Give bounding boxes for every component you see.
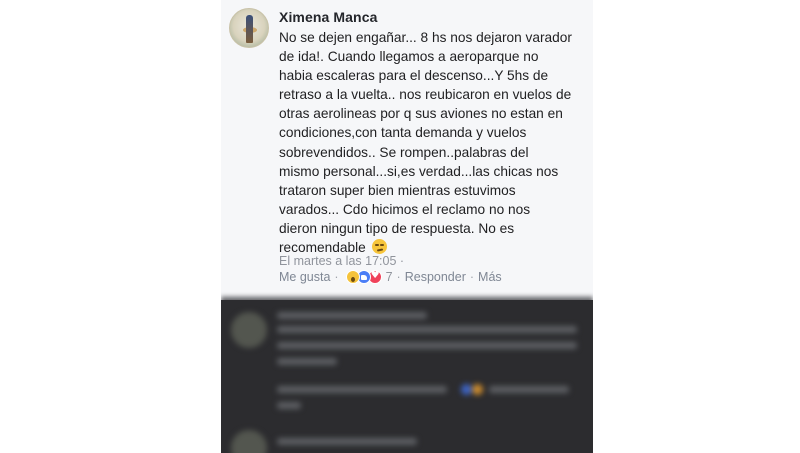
blurred-line	[277, 326, 577, 333]
comment-timestamp[interactable]: El martes a las 17:05 ·	[279, 254, 404, 268]
blurred-reaction	[461, 384, 472, 395]
smirk-face-emoji-icon	[371, 239, 387, 255]
blurred-replies	[221, 300, 593, 453]
comment: Ximena Manca No se dejen engañar... 8 hs…	[221, 0, 593, 300]
more-link[interactable]: Más	[478, 270, 502, 284]
author-name[interactable]: Ximena Manca	[279, 9, 377, 25]
reply-link[interactable]: Responder	[405, 270, 466, 284]
separator: ·	[334, 270, 339, 284]
blurred-reaction	[472, 384, 483, 395]
comment-body: No se dejen engañar... 8 hs nos dejaron …	[279, 28, 589, 257]
blurred-line	[277, 312, 427, 319]
like-link[interactable]: Me gusta	[279, 270, 330, 284]
blurred-line	[277, 438, 417, 445]
separator: ·	[469, 270, 475, 284]
blurred-avatar	[231, 430, 267, 453]
blurred-line	[277, 386, 447, 393]
reactions-summary[interactable]: 7	[345, 270, 393, 284]
blurred-line	[277, 402, 301, 409]
blurred-line	[277, 342, 577, 349]
blurred-avatar	[231, 312, 267, 348]
comment-actions: Me gusta · 7 · Responder · Más	[279, 270, 502, 284]
author-avatar[interactable]	[229, 8, 269, 48]
screenshot-frame: Ximena Manca No se dejen engañar... 8 hs…	[221, 0, 593, 453]
wow-reaction-icon	[345, 270, 360, 284]
avatar-figure	[246, 15, 253, 43]
blurred-line	[489, 386, 569, 393]
reaction-count: 7	[385, 270, 393, 284]
blurred-line	[277, 358, 337, 365]
blurred-content	[221, 300, 593, 453]
separator: ·	[396, 270, 401, 284]
comment-text: No se dejen engañar... 8 hs nos dejaron …	[279, 30, 572, 256]
